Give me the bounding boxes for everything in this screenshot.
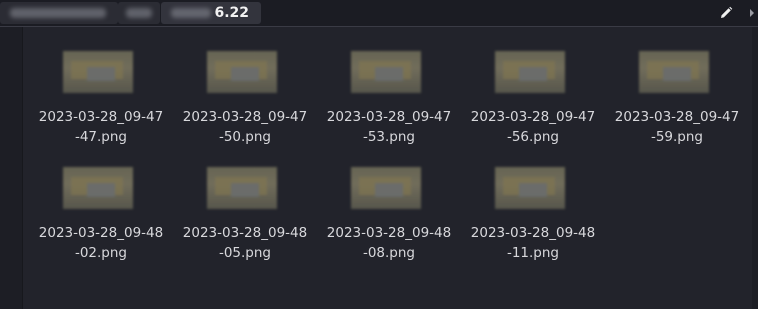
chevron-right-icon [749, 9, 754, 17]
file-item[interactable]: 2023-03-28_09-47 -47.png [29, 47, 173, 163]
file-name: 2023-03-28_09-48 -08.png [317, 223, 461, 263]
file-name: 2023-03-28_09-47 -50.png [173, 107, 317, 147]
file-name-line-2: -08.png [362, 245, 416, 261]
file-name-line-2: -02.png [74, 245, 128, 261]
file-item[interactable]: 2023-03-28_09-47 -56.png [461, 47, 605, 163]
file-name: 2023-03-28_09-48 -11.png [461, 223, 605, 263]
file-name-line-1: 2023-03-28_09-47 [614, 109, 740, 125]
file-name-line-2: -11.png [506, 245, 560, 261]
file-item[interactable]: 2023-03-28_09-48 -02.png [29, 163, 173, 279]
image-thumbnail [351, 51, 421, 93]
image-thumbnail [639, 51, 709, 93]
file-name: 2023-03-28_09-48 -05.png [173, 223, 317, 263]
redacted-label [126, 8, 152, 18]
file-name-line-1: 2023-03-28_09-48 [38, 225, 164, 241]
file-name: 2023-03-28_09-47 -47.png [29, 107, 173, 147]
file-name-line-1: 2023-03-28_09-48 [470, 225, 596, 241]
file-name: 2023-03-28_09-47 -59.png [605, 107, 749, 147]
file-name-line-1: 2023-03-28_09-47 [38, 109, 164, 125]
pencil-icon [721, 6, 733, 18]
file-name: 2023-03-28_09-47 -56.png [461, 107, 605, 147]
path-bar: 6.22 [0, 0, 758, 27]
scroll-right-button[interactable] [745, 4, 758, 22]
file-name-line-1: 2023-03-28_09-47 [182, 109, 308, 125]
file-name-line-2: -05.png [218, 245, 272, 261]
file-name-line-2: -47.png [74, 129, 128, 145]
breadcrumb-segment-1[interactable] [0, 2, 118, 24]
file-name-line-1: 2023-03-28_09-48 [326, 225, 452, 241]
file-item[interactable]: 2023-03-28_09-48 -05.png [173, 163, 317, 279]
file-name-line-1: 2023-03-28_09-47 [470, 109, 596, 125]
file-item[interactable]: 2023-03-28_09-48 -11.png [461, 163, 605, 279]
file-item[interactable]: 2023-03-28_09-48 -08.png [317, 163, 461, 279]
file-manager-window: 6.22 2023-03-28_09-47 -47.png 2023-03-28… [0, 0, 758, 309]
file-item[interactable]: 2023-03-28_09-47 -59.png [605, 47, 749, 163]
redacted-label [10, 8, 106, 18]
image-thumbnail [495, 51, 565, 93]
file-name: 2023-03-28_09-48 -02.png [29, 223, 173, 263]
file-name-line-2: -50.png [218, 129, 272, 145]
breadcrumb-segment-current[interactable]: 6.22 [161, 2, 261, 24]
file-name-line-2: -59.png [650, 129, 704, 145]
file-name: 2023-03-28_09-47 -53.png [317, 107, 461, 147]
file-item[interactable]: 2023-03-28_09-47 -50.png [173, 47, 317, 163]
breadcrumb-label-current: 6.22 [214, 5, 249, 21]
image-thumbnail [495, 167, 565, 209]
image-thumbnail [207, 51, 277, 93]
sidebar-strip [0, 27, 23, 309]
scrollbar-track[interactable] [752, 27, 758, 309]
redacted-label [171, 8, 211, 18]
image-thumbnail [351, 167, 421, 209]
breadcrumb-segment-2[interactable] [118, 2, 160, 24]
file-name-line-2: -56.png [506, 129, 560, 145]
image-thumbnail [63, 51, 133, 93]
file-item[interactable]: 2023-03-28_09-47 -53.png [317, 47, 461, 163]
file-view: 2023-03-28_09-47 -47.png 2023-03-28_09-4… [23, 27, 752, 309]
image-thumbnail [63, 167, 133, 209]
file-name-line-1: 2023-03-28_09-47 [326, 109, 452, 125]
file-grid: 2023-03-28_09-47 -47.png 2023-03-28_09-4… [29, 47, 749, 279]
file-name-line-2: -53.png [362, 129, 416, 145]
image-thumbnail [207, 167, 277, 209]
file-name-line-1: 2023-03-28_09-48 [182, 225, 308, 241]
edit-path-button[interactable] [712, 2, 740, 24]
